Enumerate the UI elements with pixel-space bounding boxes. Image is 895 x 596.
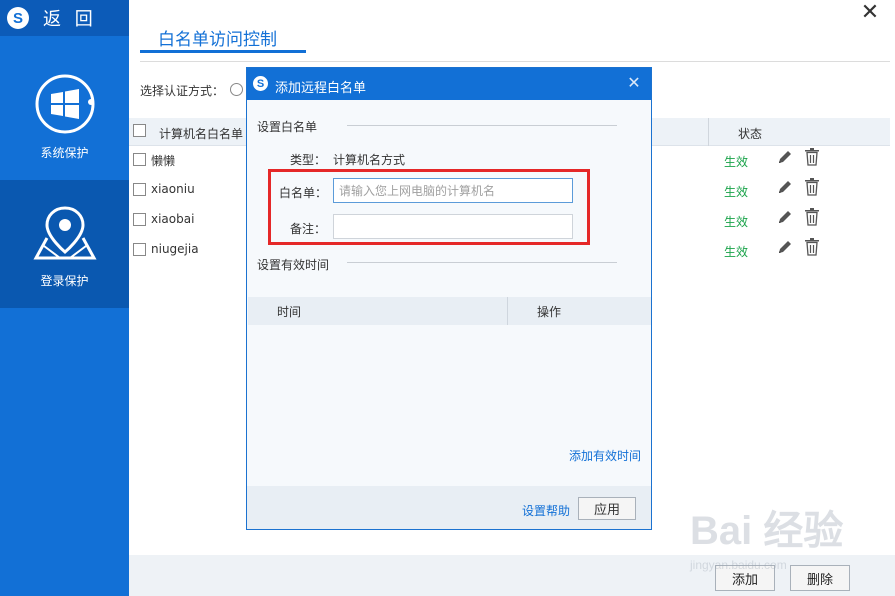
trash-icon[interactable] xyxy=(804,178,820,196)
section-divider xyxy=(347,125,617,126)
add-valid-time-link[interactable]: 添加有效时间 xyxy=(569,447,641,464)
highlight-annotation-box xyxy=(268,169,590,245)
section-whitelist-heading: 设置白名单 xyxy=(257,120,318,134)
row-checkbox[interactable] xyxy=(133,153,146,166)
sidebar-item-system-protection[interactable]: 系统保护 xyxy=(0,60,129,175)
column-header-status: 状态 xyxy=(738,127,763,141)
trash-icon[interactable] xyxy=(804,148,820,166)
status-badge: 生效 xyxy=(724,245,749,259)
sidebar-item-label: 系统保护 xyxy=(40,146,89,160)
row-checkbox[interactable] xyxy=(133,183,146,196)
column-header-action: 操作 xyxy=(537,305,562,319)
column-header-time: 时间 xyxy=(277,305,302,319)
watermark-text: Bai 经验 xyxy=(690,509,844,553)
type-value: 计算机名方式 xyxy=(333,153,406,167)
dialog-titlebar: S 添加远程白名单 ✕ xyxy=(247,68,651,100)
windows-logo-icon xyxy=(35,74,94,134)
sidebar-item-label: 登录保护 xyxy=(40,274,89,288)
dialog-close-icon[interactable]: ✕ xyxy=(625,74,643,92)
section-time-heading: 设置有效时间 xyxy=(257,258,330,272)
dialog-title: 添加远程白名单 xyxy=(275,81,367,96)
status-badge: 生效 xyxy=(724,215,749,229)
map-pin-icon xyxy=(32,206,97,260)
baidu-watermark: Bai 经验 jingyan.baidu.com xyxy=(690,498,890,578)
column-divider xyxy=(708,118,709,146)
row-checkbox[interactable] xyxy=(133,243,146,256)
status-badge: 生效 xyxy=(724,155,749,169)
sidebar: S 返 回 系统保护 登录保护 xyxy=(0,0,129,596)
column-header-name: 计算机名白名单 xyxy=(159,127,244,141)
title-underline xyxy=(140,50,306,53)
row-name: xiaobai xyxy=(151,212,195,226)
window-close-icon[interactable]: ✕ xyxy=(858,2,882,26)
pencil-icon[interactable] xyxy=(777,149,793,165)
section-divider xyxy=(347,262,617,263)
page-title: 白名单访问控制 xyxy=(158,30,277,50)
trash-icon[interactable] xyxy=(804,238,820,256)
row-name: 懒懒 xyxy=(151,154,176,168)
pencil-icon[interactable] xyxy=(777,209,793,225)
select-all-checkbox[interactable] xyxy=(133,124,146,137)
app-logo-icon: S xyxy=(7,7,29,29)
status-badge: 生效 xyxy=(724,185,749,199)
auth-method-radio[interactable] xyxy=(230,83,243,96)
add-whitelist-dialog: S 添加远程白名单 ✕ 设置白名单 类型： 计算机名方式 白名单： 备注： 设置… xyxy=(246,67,652,530)
row-checkbox[interactable] xyxy=(133,213,146,226)
settings-help-link[interactable]: 设置帮助 xyxy=(522,502,570,519)
back-label: 返 回 xyxy=(43,9,97,30)
type-label: 类型： xyxy=(290,153,327,167)
time-table-header xyxy=(248,297,651,325)
column-divider xyxy=(507,297,508,325)
app-logo-icon: S xyxy=(253,76,268,91)
back-button[interactable]: S 返 回 xyxy=(0,0,129,36)
row-name: niugejia xyxy=(151,242,199,256)
trash-icon[interactable] xyxy=(804,208,820,226)
auth-method-label: 选择认证方式： xyxy=(140,84,225,98)
watermark-sub: jingyan.baidu.com xyxy=(690,558,787,572)
header-divider xyxy=(140,61,890,62)
row-name: xiaoniu xyxy=(151,182,195,196)
pencil-icon[interactable] xyxy=(777,179,793,195)
apply-button[interactable]: 应用 xyxy=(578,497,636,520)
sidebar-item-login-protection[interactable]: 登录保护 xyxy=(0,180,129,308)
pencil-icon[interactable] xyxy=(777,239,793,255)
